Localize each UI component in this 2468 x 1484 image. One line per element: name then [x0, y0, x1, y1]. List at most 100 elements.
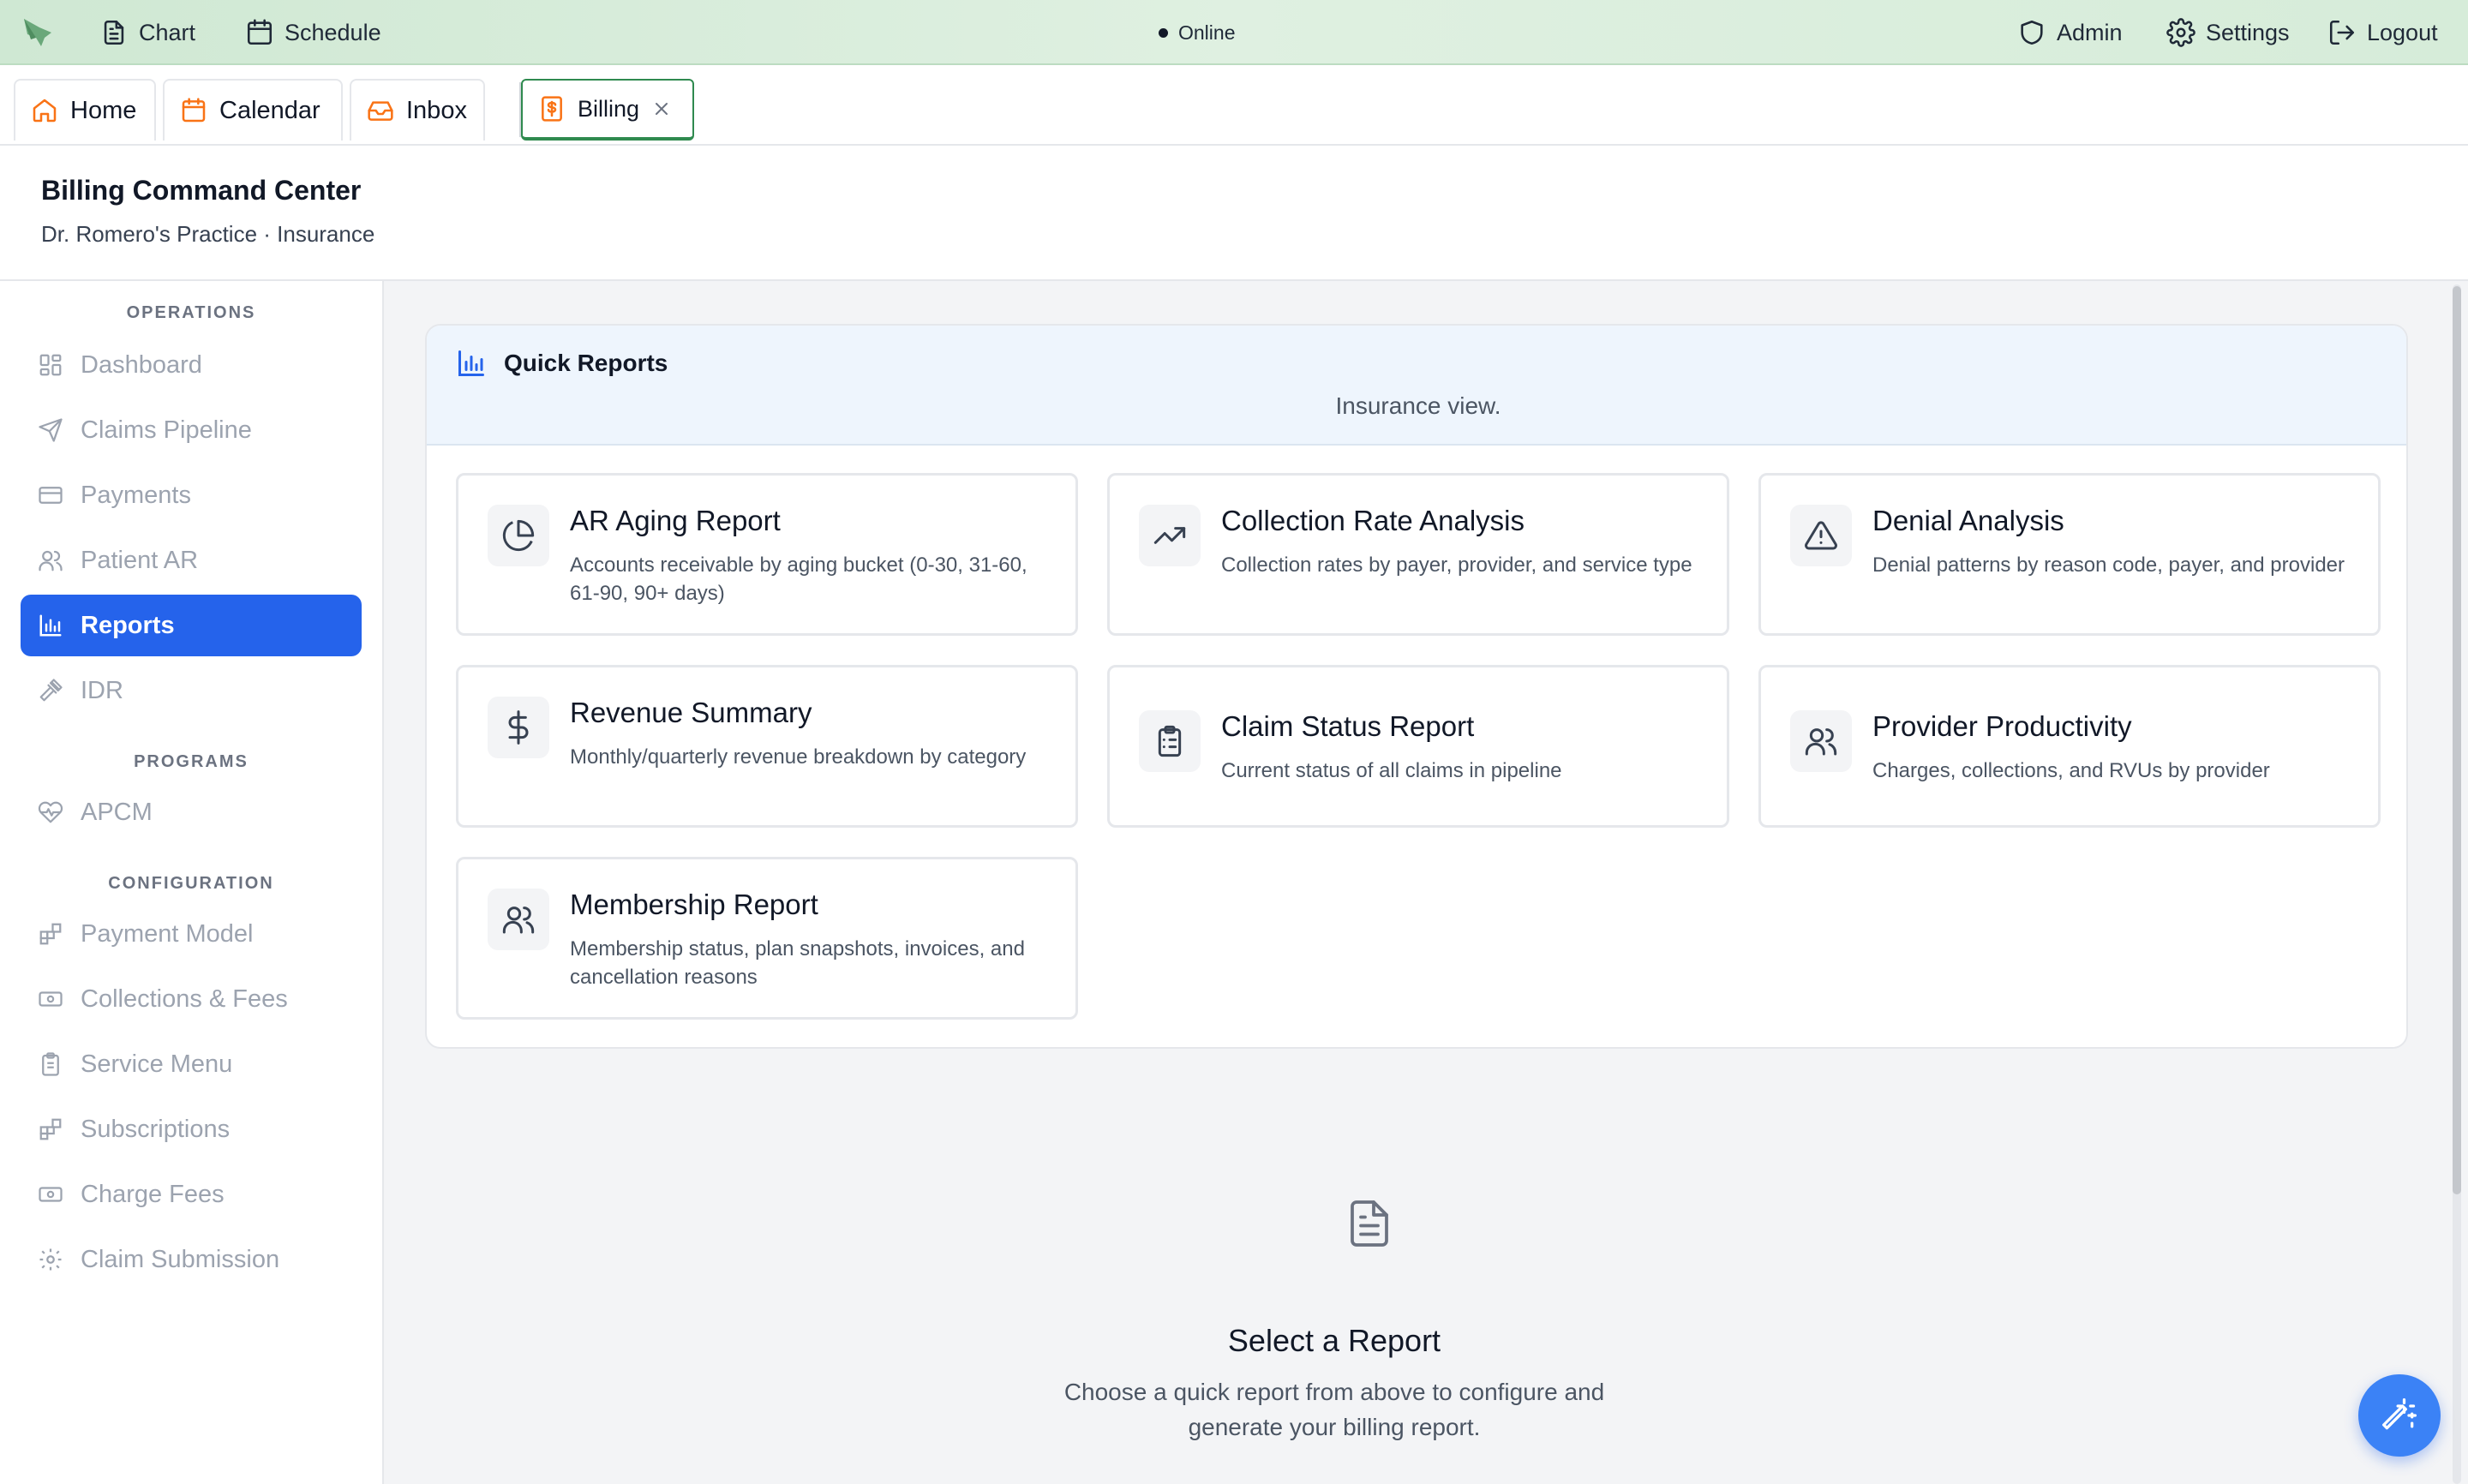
sidebar-item-label: Reports — [81, 611, 175, 639]
report-card-desc: Current status of all claims in pipeline — [1221, 759, 1562, 782]
sidebar-item-label: Charge Fees — [81, 1180, 225, 1208]
sidebar-item-dashboard[interactable]: Dashboard — [21, 334, 362, 396]
home-icon — [31, 97, 58, 124]
quick-reports-title: Quick Reports — [456, 348, 668, 379]
blocks-icon — [38, 1116, 63, 1142]
sidebar-item-label: Claims Pipeline — [81, 416, 252, 444]
report-card-title: Collection Rate Analysis — [1221, 505, 1525, 536]
send-icon — [38, 417, 63, 443]
dollar-icon — [488, 697, 549, 758]
credit-card-icon — [38, 482, 63, 508]
banknote-icon — [38, 1182, 63, 1207]
report-card-title: AR Aging Report — [570, 505, 781, 536]
inbox-icon — [367, 97, 394, 124]
report-card-claim-status[interactable]: Claim Status Report Current status of al… — [1107, 665, 1729, 828]
sidebar-item-patient-ar[interactable]: Patient AR — [21, 530, 362, 591]
sidebar-item-charge-fees[interactable]: Charge Fees — [21, 1164, 362, 1225]
sidebar-item-claim-submission[interactable]: Claim Submission — [21, 1229, 362, 1290]
sidebar-section-configuration: CONFIGURATION — [108, 874, 274, 893]
trending-up-icon — [1139, 505, 1201, 566]
logout-button[interactable]: Logout — [2327, 0, 2438, 65]
sidebar-item-label: Dashboard — [81, 350, 202, 379]
page-header: Billing Command Center Dr. Romero's Prac… — [0, 146, 2468, 281]
connection-status: Online — [1159, 0, 1235, 65]
sidebar-item-label: APCM — [81, 798, 153, 826]
gear-icon — [2166, 18, 2195, 47]
logout-label: Logout — [2367, 19, 2438, 45]
calendar-icon — [180, 97, 207, 124]
sidebar: OPERATIONS Dashboard Claims Pipeline Pay… — [0, 281, 384, 1484]
report-card-title: Membership Report — [570, 889, 818, 920]
topnav-schedule-label: Schedule — [285, 19, 381, 45]
ai-assistant-button[interactable] — [2358, 1374, 2441, 1457]
pie-chart-icon — [488, 505, 549, 566]
report-card-desc: Monthly/quarterly revenue breakdown by c… — [570, 745, 1027, 769]
close-tab-icon[interactable] — [651, 99, 672, 119]
status-label: Online — [1178, 21, 1236, 44]
sidebar-item-collections-fees[interactable]: Collections & Fees — [21, 968, 362, 1030]
gear-icon — [38, 1247, 63, 1272]
report-card-title: Denial Analysis — [1872, 505, 2064, 536]
report-card-denial-analysis[interactable]: Denial Analysis Denial patterns by reaso… — [1758, 473, 2381, 636]
sidebar-section-operations: OPERATIONS — [126, 303, 256, 322]
report-card-revenue-summary[interactable]: Revenue Summary Monthly/quarterly revenu… — [456, 665, 1078, 828]
bar-chart-icon — [456, 348, 487, 379]
calendar-icon — [245, 18, 274, 47]
shield-icon — [2017, 18, 2046, 47]
grid-icon — [38, 352, 63, 378]
quick-reports-header: Quick Reports Insurance view. — [427, 326, 2406, 446]
sidebar-item-subscriptions[interactable]: Subscriptions — [21, 1098, 362, 1160]
sidebar-item-label: Collections & Fees — [81, 984, 288, 1013]
report-card-desc: Membership status, plan snapshots, invoi… — [570, 937, 1025, 989]
sidebar-item-label: Payments — [81, 481, 191, 509]
heart-pulse-icon — [38, 799, 63, 825]
sidebar-item-service-menu[interactable]: Service Menu — [21, 1033, 362, 1095]
app-logo-icon[interactable] — [19, 14, 57, 51]
topnav-schedule[interactable]: Schedule — [245, 0, 381, 65]
magic-wand-icon — [2381, 1397, 2418, 1434]
report-card-desc: Denial patterns by reason code, payer, a… — [1872, 554, 2345, 577]
tab-billing[interactable]: Billing — [521, 79, 694, 141]
top-bar: Chart Schedule Online Admin Settings Log… — [0, 0, 2468, 65]
banknote-icon — [38, 986, 63, 1012]
document-icon — [99, 18, 129, 47]
empty-state-desc: Choose a quick report from above to conf… — [384, 1374, 2285, 1445]
sidebar-item-claims-pipeline[interactable]: Claims Pipeline — [21, 399, 362, 461]
sidebar-section-programs: PROGRAMS — [134, 752, 249, 771]
report-card-title: Claim Status Report — [1221, 710, 1475, 742]
sidebar-item-label: Payment Model — [81, 919, 254, 948]
main-scrollbar-thumb[interactable] — [2453, 286, 2461, 1194]
sidebar-item-label: Subscriptions — [81, 1115, 231, 1143]
report-card-desc: Collection rates by payer, provider, and… — [1221, 554, 1692, 577]
sidebar-item-payment-model[interactable]: Payment Model — [21, 903, 362, 965]
tab-home[interactable]: Home — [14, 79, 156, 141]
admin-button[interactable]: Admin — [2017, 0, 2123, 65]
clipboard-list-icon — [1139, 710, 1201, 772]
tab-home-label: Home — [70, 96, 137, 124]
clipboard-icon — [38, 1051, 63, 1077]
report-card-collection-rate[interactable]: Collection Rate Analysis Collection rate… — [1107, 473, 1729, 636]
tab-calendar[interactable]: Calendar — [163, 79, 343, 141]
settings-button[interactable]: Settings — [2166, 0, 2290, 65]
gavel-icon — [38, 678, 63, 703]
report-card-desc: Charges, collections, and RVUs by provid… — [1872, 759, 2270, 782]
logout-icon — [2327, 18, 2357, 47]
topnav-chart[interactable]: Chart — [99, 0, 195, 65]
sidebar-item-apcm[interactable]: APCM — [21, 781, 362, 843]
sidebar-item-payments[interactable]: Payments — [21, 464, 362, 526]
empty-state-title: Select a Report — [1227, 1323, 1441, 1358]
report-card-ar-aging[interactable]: AR Aging Report Accounts receivable by a… — [456, 473, 1078, 636]
tab-inbox[interactable]: Inbox — [350, 79, 485, 141]
sidebar-item-idr[interactable]: IDR — [21, 660, 362, 721]
sidebar-item-label: Patient AR — [81, 546, 199, 574]
report-card-membership[interactable]: Membership Report Membership status, pla… — [456, 857, 1078, 1020]
file-text-icon — [1344, 1198, 1395, 1249]
warning-icon — [1790, 505, 1852, 566]
users-icon — [488, 889, 549, 950]
settings-label: Settings — [2206, 19, 2290, 45]
report-card-provider-productivity[interactable]: Provider Productivity Charges, collectio… — [1758, 665, 2381, 828]
report-card-title: Provider Productivity — [1872, 710, 2132, 742]
workspace-tabs: Home Calendar Inbox Billing — [0, 65, 2468, 146]
quick-reports-panel: Quick Reports Insurance view. AR Aging R… — [425, 324, 2408, 1049]
sidebar-item-reports[interactable]: Reports — [21, 595, 362, 656]
